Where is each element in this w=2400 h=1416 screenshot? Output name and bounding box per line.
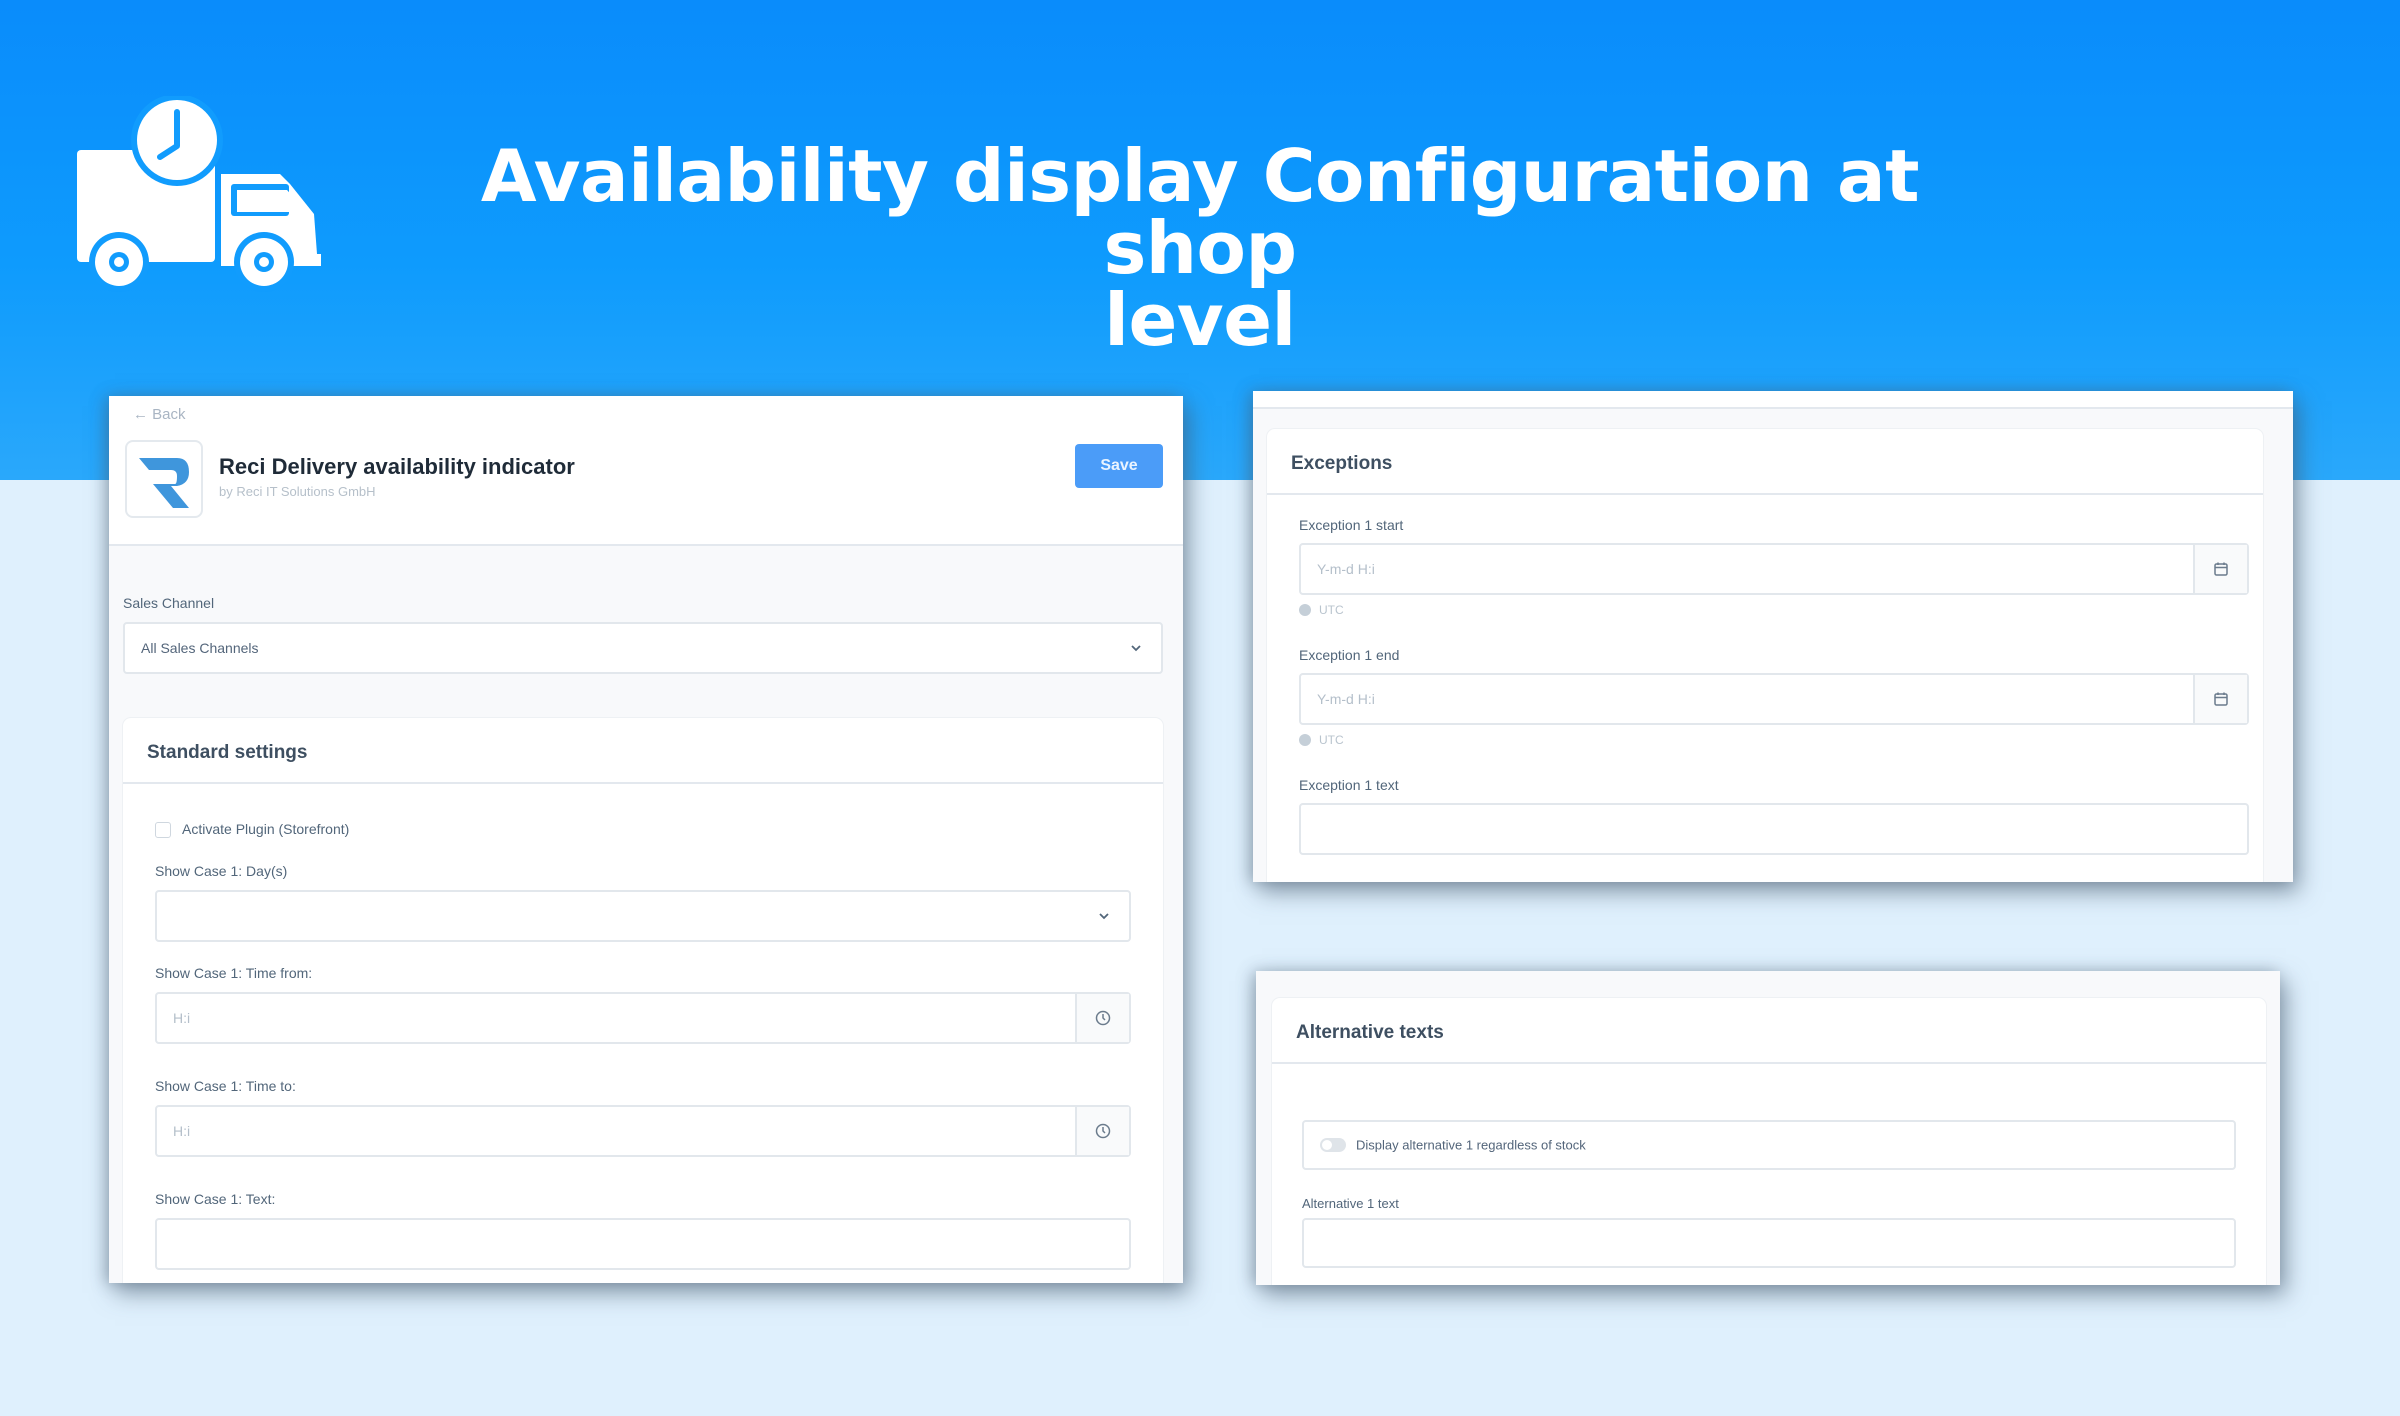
- reci-logo-icon: [139, 458, 189, 508]
- exception-end-label: Exception 1 end: [1299, 647, 1400, 663]
- display-alternative-toggle[interactable]: [1320, 1138, 1346, 1152]
- activate-plugin-checkbox[interactable]: [155, 822, 171, 838]
- time-from-placeholder: H:i: [173, 1010, 191, 1026]
- alternative-texts-title: Alternative texts: [1296, 1022, 1444, 1043]
- standard-settings-header: Standard settings: [123, 718, 1163, 784]
- clock-icon: [1095, 1123, 1111, 1139]
- save-button[interactable]: Save: [1075, 444, 1163, 488]
- app-vendor: by Reci IT Solutions GmbH: [219, 484, 376, 499]
- time-to-placeholder: H:i: [173, 1123, 191, 1139]
- chevron-down-icon: [1099, 913, 1109, 920]
- exceptions-title: Exceptions: [1291, 453, 1393, 474]
- time-to-label: Show Case 1: Time to:: [155, 1078, 296, 1094]
- calendar-icon: [2214, 692, 2228, 706]
- exceptions-header: Exceptions: [1267, 429, 2263, 495]
- display-alternative-label: Display alternative 1 regardless of stoc…: [1356, 1137, 1586, 1153]
- activate-plugin-label: Activate Plugin (Storefront): [182, 821, 350, 837]
- standard-settings-card: Standard settings Activate Plugin (Store…: [123, 718, 1163, 1283]
- exception-text-label: Exception 1 text: [1299, 777, 1399, 793]
- exception-start-label: Exception 1 start: [1299, 517, 1404, 533]
- alternative-text-input[interactable]: [1302, 1218, 2236, 1268]
- exceptions-card: Exceptions Exception 1 start Y-m-d H:i U…: [1267, 429, 2263, 882]
- exception-end-placeholder: Y-m-d H:i: [1317, 691, 1375, 707]
- timezone-icon: [1299, 734, 1311, 746]
- exception-start-placeholder: Y-m-d H:i: [1317, 561, 1375, 577]
- exception-text-input[interactable]: [1299, 803, 2249, 855]
- days-select[interactable]: [155, 890, 1131, 942]
- delivery-truck-clock-icon: [77, 96, 321, 292]
- time-from-input[interactable]: H:i: [155, 992, 1131, 1044]
- page-title-line-1: Availability display Configuration at sh…: [480, 134, 1920, 290]
- exception-end-timezone: UTC: [1299, 733, 1344, 747]
- sales-channel-label: Sales Channel: [123, 595, 215, 611]
- plugin-topbar: ← Back Reci Delivery availability indica…: [109, 396, 1183, 546]
- app-name: Reci Delivery availability indicator: [219, 454, 575, 479]
- standard-settings-title: Standard settings: [147, 742, 308, 763]
- exception-end-timezone-text: UTC: [1319, 733, 1344, 747]
- alternative-text-label: Alternative 1 text: [1302, 1196, 1399, 1211]
- page-title: Availability display Configuration at sh…: [380, 140, 2020, 356]
- time-from-label: Show Case 1: Time from:: [155, 965, 313, 981]
- plugin-config-panel: ← Back Reci Delivery availability indica…: [109, 396, 1183, 1283]
- app-logo: [125, 440, 203, 518]
- calendar-icon: [2214, 562, 2228, 576]
- exception-start-input[interactable]: Y-m-d H:i: [1299, 543, 2249, 595]
- exception-start-calendar-button[interactable]: [2193, 545, 2247, 593]
- days-label: Show Case 1: Day(s): [155, 863, 288, 879]
- text-label: Show Case 1: Text:: [155, 1191, 276, 1207]
- time-to-input[interactable]: H:i: [155, 1105, 1131, 1157]
- time-from-picker-button[interactable]: [1075, 994, 1129, 1042]
- chevron-down-icon: [1131, 645, 1141, 652]
- exception-end-input[interactable]: Y-m-d H:i: [1299, 673, 2249, 725]
- exceptions-panel: Exceptions Exception 1 start Y-m-d H:i U…: [1253, 391, 2293, 882]
- exception-start-timezone: UTC: [1299, 603, 1344, 617]
- alternative-texts-card: Alternative texts Display alternative 1 …: [1272, 998, 2266, 1285]
- exception-end-calendar-button[interactable]: [2193, 675, 2247, 723]
- timezone-icon: [1299, 604, 1311, 616]
- text-input[interactable]: [155, 1218, 1131, 1270]
- alternative-texts-panel: Alternative texts Display alternative 1 …: [1256, 971, 2280, 1285]
- page-title-line-2: level: [1104, 278, 1296, 362]
- time-to-picker-button[interactable]: [1075, 1107, 1129, 1155]
- sales-channel-value: All Sales Channels: [141, 640, 259, 656]
- exception-start-timezone-text: UTC: [1319, 603, 1344, 617]
- clock-icon: [1095, 1010, 1111, 1026]
- back-link[interactable]: ← Back: [133, 406, 186, 423]
- alternative-texts-header: Alternative texts: [1272, 998, 2266, 1064]
- sales-channel-select[interactable]: All Sales Channels: [123, 622, 1163, 674]
- panel-topbar: [1253, 391, 2293, 409]
- alternative-toggle-row: Display alternative 1 regardless of stoc…: [1302, 1120, 2236, 1170]
